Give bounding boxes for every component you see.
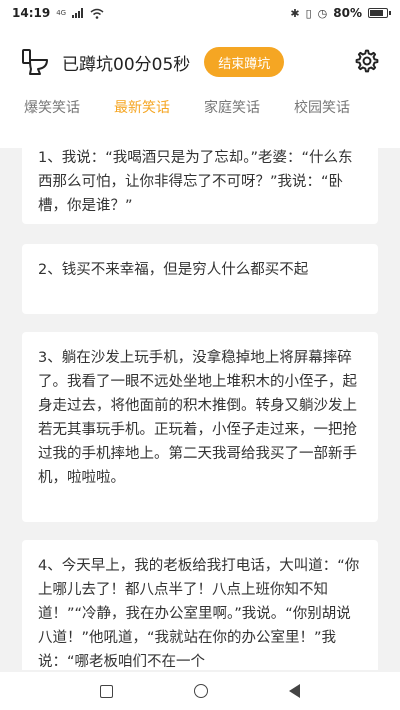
wifi-icon bbox=[90, 8, 104, 19]
joke-card[interactable]: 1、我说：“我喝酒只是为了忘却。”老婆：“什么东西那么可怕，让你非得忘了不可呀？… bbox=[22, 132, 378, 224]
battery-percent: 80% bbox=[333, 6, 362, 20]
gear-icon[interactable] bbox=[354, 48, 380, 74]
home-button[interactable] bbox=[193, 684, 208, 698]
tab-latest-jokes[interactable]: 最新笑话 bbox=[114, 97, 170, 117]
tab-campus-jokes[interactable]: 校园笑话 bbox=[294, 97, 350, 117]
tab-hilarious-jokes[interactable]: 爆笑笑话 bbox=[24, 97, 80, 117]
squat-timer: 已蹲坑00分05秒 bbox=[62, 54, 191, 75]
bluetooth-icon: ✱ bbox=[290, 6, 300, 20]
joke-text: 4、今天早上，我的老板给我打电话，大叫道：“你上哪儿去了！都八点半了！八点上班你… bbox=[38, 558, 360, 670]
status-right: ✱ ▯ ◷ 80% bbox=[290, 6, 391, 20]
alarm-icon: ◷ bbox=[317, 6, 328, 20]
status-left: 14:19 4G bbox=[12, 6, 104, 20]
joke-text: 1、我说：“我喝酒只是为了忘却。”老婆：“什么东西那么可怕，让你非得忘了不可呀？… bbox=[38, 150, 353, 214]
status-bar: 14:19 4G ✱ ▯ ◷ 80% bbox=[0, 0, 400, 26]
system-nav-bar bbox=[0, 672, 400, 710]
battery-icon bbox=[368, 8, 391, 18]
battery-fill bbox=[370, 10, 383, 16]
tab-family-jokes[interactable]: 家庭笑话 bbox=[204, 97, 260, 117]
joke-card[interactable]: 4、今天早上，我的老板给我打电话，大叫道：“你上哪儿去了！都八点半了！八点上班你… bbox=[22, 540, 378, 670]
joke-list[interactable]: 1、我说：“我喝酒只是为了忘却。”老婆：“什么东西那么可怕，让你非得忘了不可呀？… bbox=[0, 130, 400, 670]
end-squat-button[interactable]: 结束蹲坑 bbox=[204, 47, 285, 77]
joke-text: 3、躺在沙发上玩手机，没拿稳掉地上将屏幕摔碎了。我看了一眼不远处坐地上堆积木的小… bbox=[38, 350, 357, 486]
recent-apps-button[interactable] bbox=[100, 684, 114, 698]
vibrate-icon: ▯ bbox=[305, 6, 312, 20]
signal-icon bbox=[72, 8, 84, 18]
back-button[interactable] bbox=[288, 684, 300, 698]
joke-text: 2、钱买不来幸福，但是穷人什么都买不起 bbox=[38, 262, 309, 278]
joke-card[interactable]: 2、钱买不来幸福，但是穷人什么都买不起 bbox=[22, 244, 378, 314]
status-time: 14:19 bbox=[12, 6, 51, 20]
toilet-icon bbox=[22, 49, 48, 75]
joke-card[interactable]: 3、躺在沙发上玩手机，没拿稳掉地上将屏幕摔碎了。我看了一眼不远处坐地上堆积木的小… bbox=[22, 332, 378, 522]
category-tabs: 爆笑笑话 最新笑话 家庭笑话 校园笑话 bbox=[0, 92, 400, 122]
network-type: 4G bbox=[56, 9, 67, 17]
toolbar: 已蹲坑00分05秒 结束蹲坑 bbox=[0, 42, 400, 82]
